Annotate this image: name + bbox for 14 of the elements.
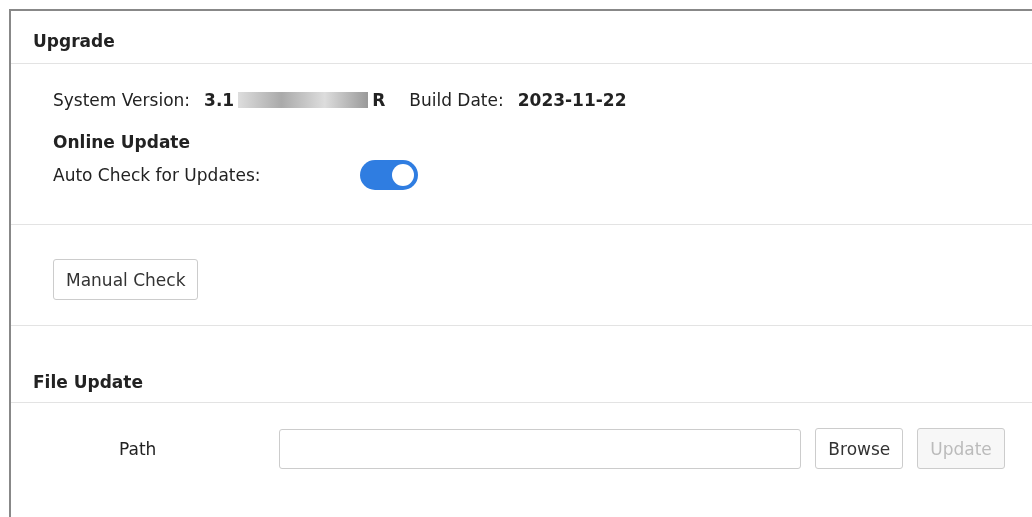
section-title: Upgrade xyxy=(11,11,1032,64)
path-label: Path xyxy=(119,438,157,459)
section-title: File Update xyxy=(33,372,143,392)
auto-check-label: Auto Check for Updates: xyxy=(53,165,261,185)
section-title: Online Update xyxy=(53,132,191,152)
version-label: System Version: xyxy=(53,90,191,110)
build-date-value: 2023-11-22 xyxy=(517,90,627,110)
path-field[interactable] xyxy=(279,428,802,469)
version-value: R xyxy=(372,90,386,110)
version-value: 3.1 xyxy=(204,90,235,110)
browse-button[interactable]: Browse xyxy=(815,428,904,469)
manual-check-button[interactable]: Manual Check xyxy=(53,259,199,300)
toggle-switch[interactable] xyxy=(359,160,418,190)
build-date-label: Build Date: xyxy=(409,90,504,110)
